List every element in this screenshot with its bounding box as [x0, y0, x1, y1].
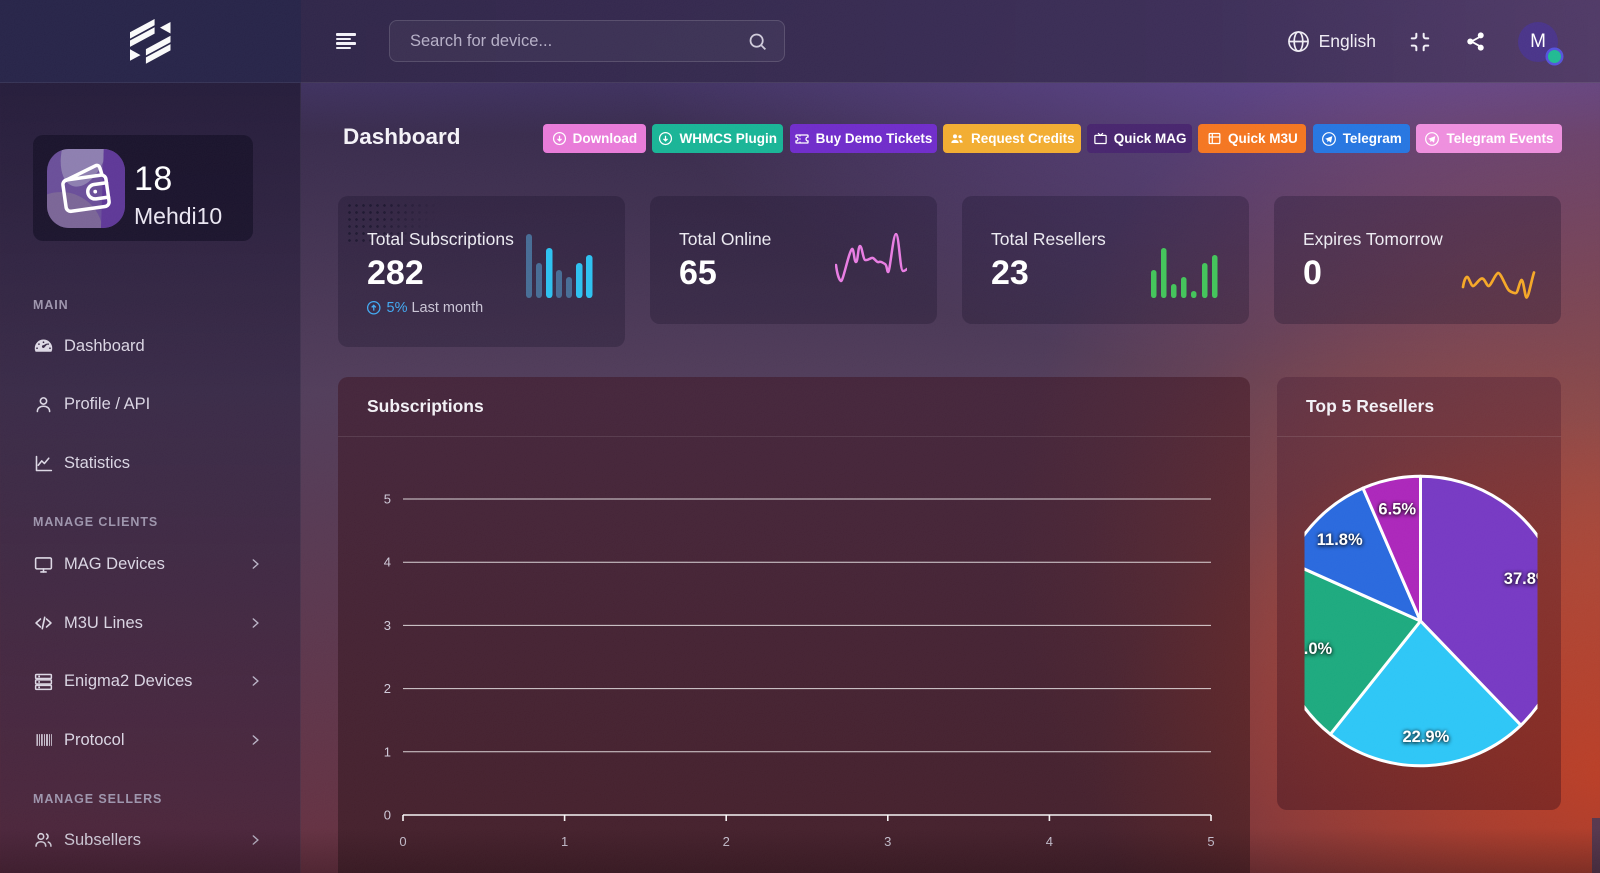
svg-text:2: 2 [384, 681, 391, 696]
svg-text:11.8%: 11.8% [1317, 531, 1363, 549]
svg-text:6.5%: 6.5% [1378, 500, 1416, 518]
svg-text:0: 0 [399, 834, 406, 849]
svg-text:37.8%: 37.8% [1504, 570, 1551, 588]
svg-text:0: 0 [384, 808, 391, 823]
svg-text:2: 2 [723, 834, 730, 849]
svg-text:4: 4 [384, 555, 391, 570]
svg-text:3: 3 [884, 834, 891, 849]
svg-text:1: 1 [561, 834, 568, 849]
svg-text:4: 4 [1046, 834, 1053, 849]
svg-text:21.0%: 21.0% [1285, 640, 1332, 658]
svg-text:3: 3 [384, 618, 391, 633]
svg-text:1: 1 [384, 744, 391, 759]
svg-text:5: 5 [1207, 834, 1214, 849]
svg-text:5: 5 [384, 492, 391, 507]
svg-text:22.9%: 22.9% [1403, 728, 1450, 746]
